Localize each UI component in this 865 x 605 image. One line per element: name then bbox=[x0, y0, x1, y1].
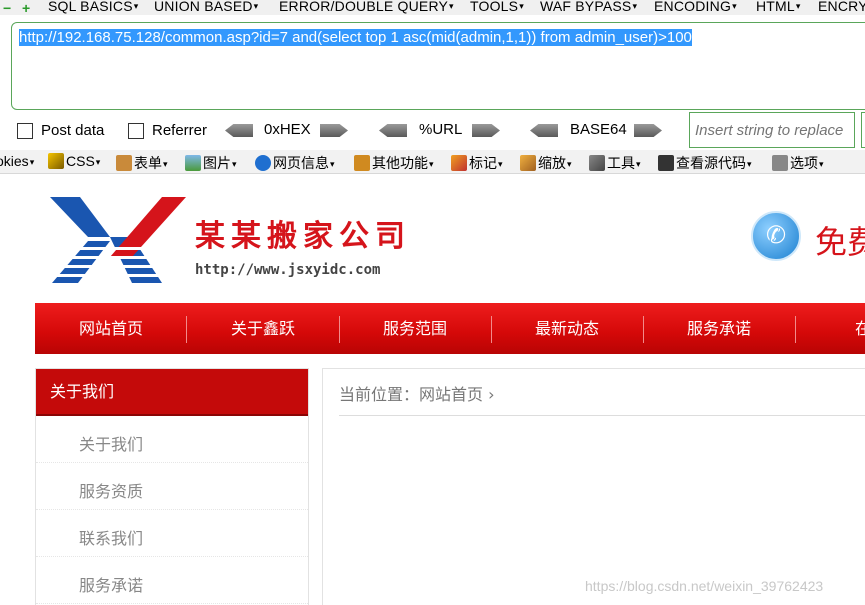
menu-sql-basics[interactable]: SQL BASICS bbox=[48, 0, 138, 13]
menu-images[interactable]: 图片 bbox=[185, 153, 237, 173]
referrer-label[interactable]: Referrer bbox=[152, 122, 207, 139]
replace-with-input[interactable] bbox=[861, 112, 865, 148]
base64-label: BASE64 bbox=[570, 121, 627, 138]
image-icon bbox=[185, 155, 201, 171]
sidebar-title: 关于我们 bbox=[36, 369, 308, 416]
site-header: 某某搬家公司 http://www.jsxyidc.com ✆ 免费 bbox=[0, 175, 865, 303]
info-icon bbox=[255, 155, 271, 171]
header-hotline-text: 免费 bbox=[815, 223, 865, 261]
menu-tools[interactable]: 工具 bbox=[589, 153, 641, 173]
company-name: 某某搬家公司 bbox=[195, 219, 411, 254]
selected-url-text: http://192.168.75.128/common.asp?id=7 an… bbox=[19, 29, 692, 46]
menu-css[interactable]: CSS bbox=[48, 153, 100, 169]
menu-misc[interactable]: 其他功能 bbox=[354, 153, 434, 173]
sidebar-item-qualification[interactable]: 服务资质 bbox=[36, 463, 308, 510]
menu-view-source[interactable]: 查看源代码 bbox=[658, 153, 752, 173]
menu-error-double-query[interactable]: ERROR/DOUBLE QUERY bbox=[279, 0, 454, 13]
content-panel: 当前位置：网站首页 › bbox=[322, 368, 865, 605]
base64-decode-arrow-icon[interactable] bbox=[530, 124, 558, 137]
hackbar-options-row: Post data Referrer 0xHEX %URL BASE64 bbox=[0, 111, 865, 151]
sidebar-item-contact[interactable]: 联系我们 bbox=[36, 510, 308, 557]
sidebar: 关于我们 关于我们 服务资质 联系我们 服务承诺 bbox=[35, 368, 309, 605]
nav-online[interactable]: 在线 bbox=[795, 303, 865, 354]
sidebar-item-about[interactable]: 关于我们 bbox=[36, 416, 308, 463]
options-icon bbox=[772, 155, 788, 171]
replace-string-input[interactable] bbox=[689, 112, 855, 148]
watermark: https://blog.csdn.net/weixin_39762423 bbox=[585, 578, 824, 594]
pencil-icon bbox=[451, 155, 467, 171]
url-textarea[interactable]: http://192.168.75.128/common.asp?id=7 an… bbox=[11, 22, 865, 110]
phone-icon: ✆ bbox=[751, 211, 801, 261]
clipboard-icon bbox=[116, 155, 132, 171]
main-nav: 网站首页 关于鑫跃 服务范围 最新动态 服务承诺 在线 bbox=[35, 303, 865, 354]
xy-logo[interactable] bbox=[50, 197, 186, 283]
hex-label: 0xHEX bbox=[264, 121, 311, 138]
nav-home[interactable]: 网站首页 bbox=[35, 303, 187, 354]
menu-outline[interactable]: 标记 bbox=[451, 153, 503, 173]
web-developer-toolbar: okies CSS 表单 图片 网页信息 其他功能 标记 缩放 工具 查看源代码… bbox=[0, 150, 865, 174]
referrer-checkbox[interactable] bbox=[128, 123, 144, 139]
minus-icon[interactable]: − bbox=[3, 1, 11, 15]
nav-promise[interactable]: 服务承诺 bbox=[643, 303, 795, 354]
menu-page-info[interactable]: 网页信息 bbox=[255, 153, 335, 173]
misc-icon bbox=[354, 155, 370, 171]
menu-waf-bypass[interactable]: WAF BYPASS bbox=[540, 0, 637, 13]
sidebar-item-promise[interactable]: 服务承诺 bbox=[36, 557, 308, 604]
url-label: %URL bbox=[419, 121, 463, 138]
menu-resize[interactable]: 缩放 bbox=[520, 153, 572, 173]
wrench-icon bbox=[589, 155, 605, 171]
hex-encode-arrow-icon[interactable] bbox=[320, 124, 348, 137]
base64-encode-arrow-icon[interactable] bbox=[634, 124, 662, 137]
hex-decode-arrow-icon[interactable] bbox=[225, 124, 253, 137]
url-decode-arrow-icon[interactable] bbox=[379, 124, 407, 137]
menu-cookies[interactable]: okies bbox=[0, 153, 34, 169]
menu-options[interactable]: 选项 bbox=[772, 153, 824, 173]
url-encode-arrow-icon[interactable] bbox=[472, 124, 500, 137]
post-data-label[interactable]: Post data bbox=[41, 122, 104, 139]
hackbar-menu-bar: − + SQL BASICS UNION BASED ERROR/DOUBLE … bbox=[0, 0, 865, 15]
divider bbox=[339, 415, 865, 416]
nav-about[interactable]: 关于鑫跃 bbox=[187, 303, 339, 354]
menu-forms[interactable]: 表单 bbox=[116, 153, 168, 173]
resize-icon bbox=[520, 155, 536, 171]
terminal-icon bbox=[658, 155, 674, 171]
post-data-checkbox[interactable] bbox=[17, 123, 33, 139]
menu-union-based[interactable]: UNION BASED bbox=[154, 0, 258, 13]
nav-services[interactable]: 服务范围 bbox=[339, 303, 491, 354]
menu-encoding[interactable]: ENCODING bbox=[654, 0, 737, 13]
css-brush-icon bbox=[48, 153, 64, 169]
nav-news[interactable]: 最新动态 bbox=[491, 303, 643, 354]
menu-html[interactable]: HTML bbox=[756, 0, 801, 13]
menu-encryption[interactable]: ENCRY bbox=[818, 0, 865, 13]
company-url[interactable]: http://www.jsxyidc.com bbox=[195, 262, 380, 278]
menu-tools[interactable]: TOOLS bbox=[470, 0, 524, 13]
breadcrumb[interactable]: 当前位置：网站首页 › bbox=[339, 381, 495, 405]
plus-icon[interactable]: + bbox=[22, 1, 30, 15]
